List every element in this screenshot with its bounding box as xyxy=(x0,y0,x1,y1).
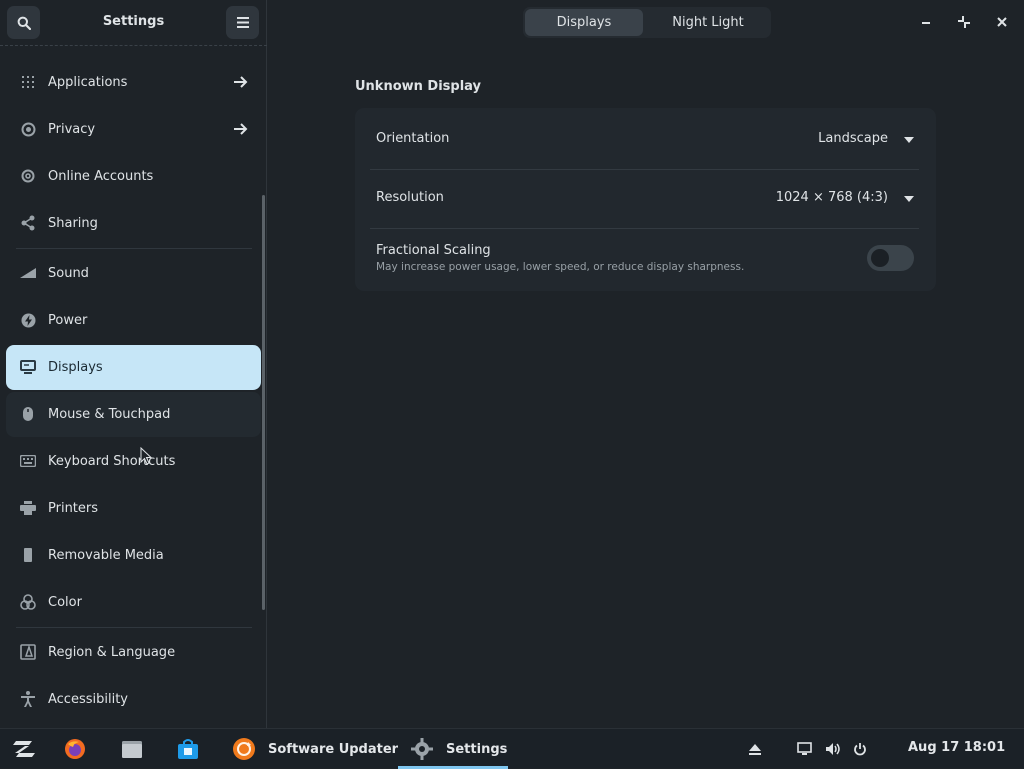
sidebar-header: Settings xyxy=(0,0,267,46)
sidebar-item-label: Accessibility xyxy=(48,692,128,707)
sidebar-item-label: Color xyxy=(48,595,82,610)
grid-icon xyxy=(20,74,36,90)
usb-icon xyxy=(20,547,36,563)
sound-icon xyxy=(20,265,36,281)
fractional-scaling-toggle[interactable] xyxy=(867,245,914,271)
fractional-scaling-description: May increase power usage, lower speed, o… xyxy=(376,261,745,273)
mouse-cursor-icon xyxy=(140,447,152,465)
clock[interactable]: Aug 17 18:01 xyxy=(908,740,1005,755)
power-menu-button[interactable] xyxy=(853,729,867,769)
arrow-right-icon xyxy=(234,76,248,88)
sidebar: Settings Applications Privacy Online Acc… xyxy=(0,0,267,728)
sidebar-item-label: Region & Language xyxy=(48,645,176,660)
resolution-label: Resolution xyxy=(376,190,444,205)
accessibility-icon xyxy=(20,691,36,707)
view-switcher: Displays Night Light xyxy=(523,7,771,38)
sidebar-separator xyxy=(16,627,252,628)
monitor-icon xyxy=(797,742,812,755)
files-launcher[interactable] xyxy=(121,729,143,769)
eject-icon xyxy=(749,744,761,755)
updater-icon xyxy=(233,738,255,760)
sidebar-item-sharing[interactable]: Sharing xyxy=(6,201,261,246)
sidebar-item-accessibility[interactable]: Accessibility xyxy=(6,677,261,722)
chevron-down-icon xyxy=(904,137,914,143)
sidebar-separator xyxy=(16,248,252,249)
sidebar-item-label: Power xyxy=(48,313,88,328)
sidebar-item-printers[interactable]: Printers xyxy=(6,486,261,531)
sidebar-item-color[interactable]: Color xyxy=(6,580,261,625)
taskbar-app-label: Settings xyxy=(446,741,508,757)
sidebar-item-label: Sharing xyxy=(48,216,98,231)
sidebar-item-label: Online Accounts xyxy=(48,169,154,184)
sidebar-item-label: Keyboard Shortcuts xyxy=(48,454,176,469)
sidebar-item-label: Privacy xyxy=(48,122,96,137)
taskbar: Software Updater Settings Aug 17 18:01 xyxy=(0,728,1024,769)
sidebar-item-sound[interactable]: Sound xyxy=(6,251,261,296)
volume-button[interactable] xyxy=(825,729,842,769)
sidebar-item-label: Applications xyxy=(48,75,128,90)
sidebar-item-displays[interactable]: Displays xyxy=(6,345,261,390)
resolution-row[interactable]: Resolution 1024 × 768 (4:3) xyxy=(355,170,936,228)
toggle-knob xyxy=(871,249,889,267)
volume-icon xyxy=(826,743,840,755)
keyboard-icon xyxy=(20,453,36,469)
power-icon xyxy=(854,743,866,756)
folder-icon xyxy=(122,741,142,758)
at-icon xyxy=(20,168,36,184)
display-name-heading: Unknown Display xyxy=(355,79,482,94)
arrow-right-icon xyxy=(234,123,248,135)
taskbar-app-label: Software Updater xyxy=(268,741,399,757)
eject-button[interactable] xyxy=(748,729,762,769)
restore-icon[interactable] xyxy=(955,13,973,31)
settings-gear-icon xyxy=(411,738,433,760)
privacy-icon xyxy=(20,121,36,137)
chevron-down-icon xyxy=(904,196,914,202)
sidebar-item-label: Mouse & Touchpad xyxy=(48,407,171,422)
sidebar-item-label: Displays xyxy=(48,360,103,375)
tab-night-light[interactable]: Night Light xyxy=(649,9,767,36)
software-updater-task[interactable]: Software Updater xyxy=(232,729,398,769)
color-icon xyxy=(20,594,36,610)
main-panel: Displays Night Light Unknown Display Ori… xyxy=(268,0,1024,728)
zorin-logo-icon xyxy=(13,741,35,757)
power-bolt-icon xyxy=(20,312,36,328)
store-bag-icon xyxy=(178,739,198,759)
sidebar-item-label: Removable Media xyxy=(48,548,164,563)
sidebar-item-online-accounts[interactable]: Online Accounts xyxy=(6,154,261,199)
resolution-value[interactable]: 1024 × 768 (4:3) xyxy=(776,190,888,205)
region-icon xyxy=(20,644,36,660)
firefox-icon xyxy=(65,739,85,759)
orientation-row[interactable]: Orientation Landscape xyxy=(355,108,936,169)
fractional-scaling-label: Fractional Scaling xyxy=(376,243,491,258)
software-launcher[interactable] xyxy=(177,729,199,769)
sidebar-scrollbar[interactable] xyxy=(262,195,265,610)
zorin-menu-button[interactable] xyxy=(12,729,36,769)
fractional-scaling-row: Fractional Scaling May increase power us… xyxy=(355,229,936,291)
sidebar-item-label: Sound xyxy=(48,266,89,281)
sidebar-item-removable-media[interactable]: Removable Media xyxy=(6,533,261,578)
sidebar-item-mouse-touchpad[interactable]: Mouse & Touchpad xyxy=(6,392,261,437)
settings-window: Settings Applications Privacy Online Acc… xyxy=(0,0,1024,728)
display-settings-card: Orientation Landscape Resolution 1024 × … xyxy=(355,108,936,291)
minimize-icon[interactable] xyxy=(917,13,935,31)
mouse-icon xyxy=(20,406,36,422)
sidebar-item-label: Printers xyxy=(48,501,99,516)
menu-button[interactable] xyxy=(226,6,259,39)
display-status-button[interactable] xyxy=(797,729,812,769)
hamburger-icon xyxy=(236,17,249,28)
orientation-label: Orientation xyxy=(376,131,450,146)
tab-displays[interactable]: Displays xyxy=(525,9,643,36)
sidebar-item-privacy[interactable]: Privacy xyxy=(6,107,261,152)
printer-icon xyxy=(20,500,36,516)
display-icon xyxy=(20,359,36,375)
sidebar-item-applications[interactable]: Applications xyxy=(6,60,261,105)
sidebar-item-keyboard-shortcuts[interactable]: Keyboard Shortcuts xyxy=(6,439,261,484)
firefox-launcher[interactable] xyxy=(64,729,86,769)
settings-task[interactable]: Settings xyxy=(411,729,507,769)
sidebar-item-power[interactable]: Power xyxy=(6,298,261,343)
orientation-value[interactable]: Landscape xyxy=(818,131,888,146)
close-icon[interactable] xyxy=(993,13,1011,31)
sidebar-item-region-language[interactable]: Region & Language xyxy=(6,630,261,675)
share-icon xyxy=(20,215,36,231)
